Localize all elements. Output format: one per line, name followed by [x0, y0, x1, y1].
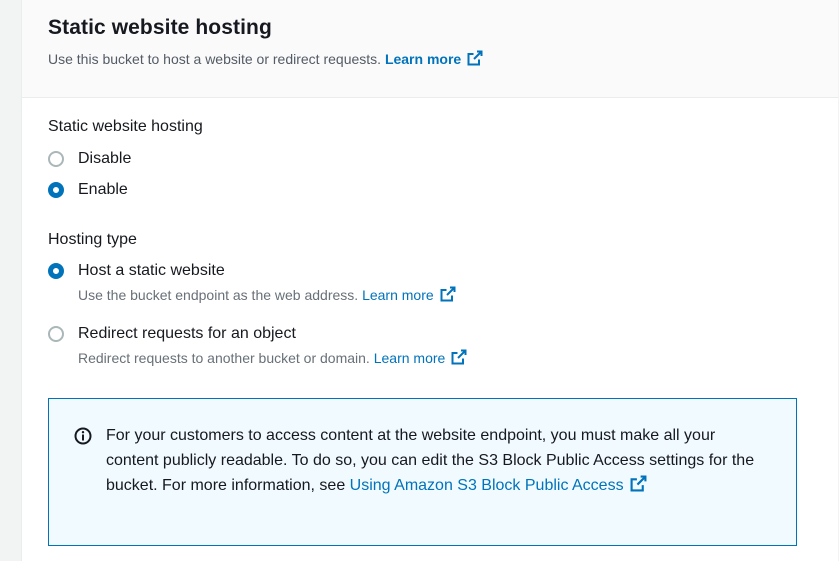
radio-disable-control[interactable]	[48, 151, 64, 167]
radio-enable-label: Enable	[78, 181, 128, 198]
radio-redirect-requests-label: Redirect requests for an object	[78, 325, 296, 342]
external-link-icon	[630, 475, 647, 492]
radio-disable[interactable]: Disable	[48, 149, 131, 169]
radio-redirect-requests[interactable]: Redirect requests for an object Redirect…	[48, 324, 467, 366]
panel-description: Use this bucket to host a website or red…	[48, 50, 483, 67]
learn-more-link[interactable]: Learn more	[384, 50, 483, 67]
hosting-toggle-label: Static website hosting	[48, 118, 203, 135]
redirect-learn-more-link[interactable]: Learn more	[373, 349, 468, 366]
panel-description-text: Use this bucket to host a website or red…	[48, 51, 382, 67]
radio-enable-control[interactable]	[48, 182, 64, 198]
host-static-description-text: Use the bucket endpoint as the web addre…	[78, 287, 359, 303]
redirect-description-text: Redirect requests to another bucket or d…	[78, 350, 370, 366]
info-alert-message: For your customers to access content at …	[106, 423, 766, 498]
external-link-icon	[467, 50, 483, 66]
radio-host-static-website[interactable]: Host a static website Use the bucket end…	[48, 261, 456, 303]
host-static-learn-more-label: Learn more	[362, 287, 434, 303]
radio-redirect-requests-description: Redirect requests to another bucket or d…	[78, 349, 467, 366]
panel-header: Static website hosting Use this bucket t…	[22, 0, 838, 98]
redirect-learn-more-label: Learn more	[373, 350, 446, 366]
static-website-hosting-panel: Static website hosting Use this bucket t…	[21, 0, 838, 561]
radio-redirect-requests-control[interactable]	[48, 326, 64, 342]
radio-enable[interactable]: Enable	[48, 180, 128, 200]
external-link-icon	[440, 286, 456, 302]
radio-disable-label: Disable	[78, 150, 132, 167]
hosting-type-label: Hosting type	[48, 231, 137, 248]
host-static-learn-more-link[interactable]: Learn more	[362, 286, 456, 303]
radio-host-static-website-description: Use the bucket endpoint as the web addre…	[78, 286, 456, 303]
learn-more-label: Learn more	[384, 51, 462, 67]
radio-host-static-website-control[interactable]	[48, 263, 64, 279]
block-public-access-link[interactable]: Using Amazon S3 Block Public Access	[349, 475, 647, 494]
block-public-access-link-label: Using Amazon S3 Block Public Access	[349, 477, 624, 494]
info-icon	[74, 427, 92, 445]
panel-title: Static website hosting	[48, 16, 272, 39]
external-link-icon	[451, 349, 467, 365]
info-alert: For your customers to access content at …	[48, 398, 797, 546]
radio-host-static-website-label: Host a static website	[78, 262, 225, 279]
